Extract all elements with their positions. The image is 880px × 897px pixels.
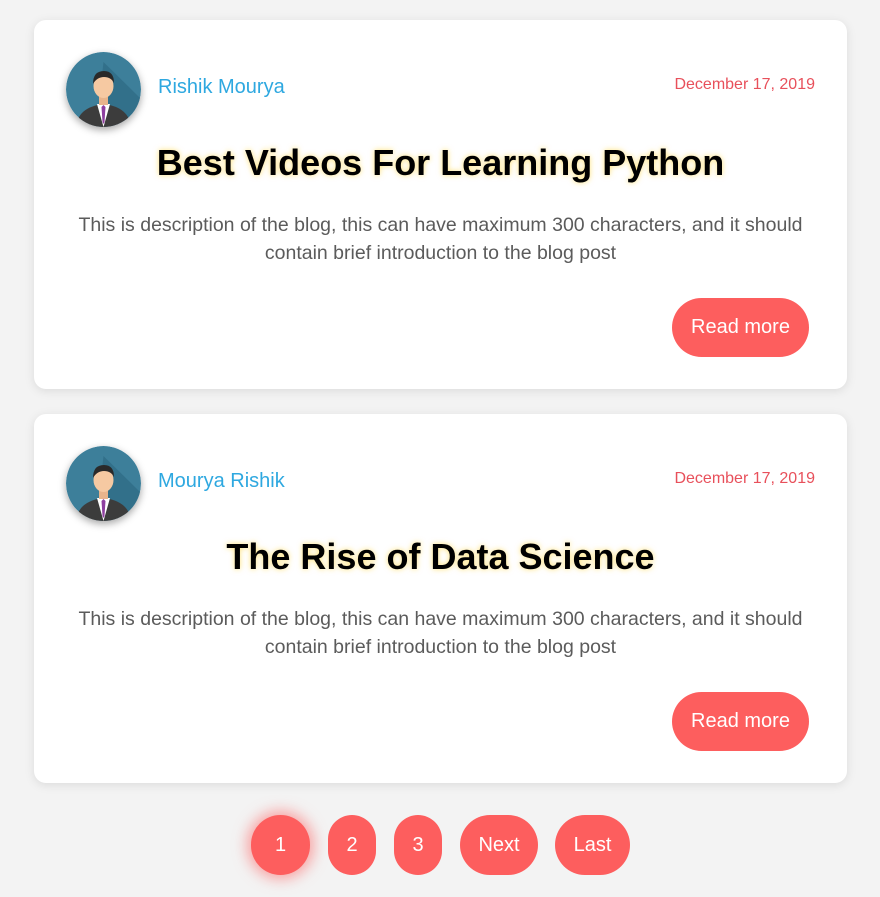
post-date: December 17, 2019 <box>674 76 815 93</box>
blog-post-card: Mourya Rishik December 17, 2019 The Rise… <box>34 414 847 783</box>
last-page-button[interactable]: Last <box>555 815 630 875</box>
user-avatar-icon <box>66 52 141 127</box>
post-description: This is description of the blog, this ca… <box>78 214 803 264</box>
post-title[interactable]: The Rise of Data Science <box>34 536 847 578</box>
read-more-button[interactable]: Read more <box>672 692 809 751</box>
author-link[interactable]: Rishik Mourya <box>158 75 285 99</box>
page-button-2[interactable]: 2 <box>328 815 376 875</box>
post-description: This is description of the blog, this ca… <box>78 608 803 658</box>
blog-list-page: Rishik Mourya December 17, 2019 Best Vid… <box>0 0 880 897</box>
post-date: December 17, 2019 <box>674 470 815 487</box>
page-button-1[interactable]: 1 <box>251 815 310 875</box>
user-avatar-icon <box>66 446 141 521</box>
blog-post-card: Rishik Mourya December 17, 2019 Best Vid… <box>34 20 847 389</box>
next-page-button[interactable]: Next <box>460 815 538 875</box>
post-title[interactable]: Best Videos For Learning Python <box>34 142 847 184</box>
read-more-button[interactable]: Read more <box>672 298 809 357</box>
pagination: 1 2 3 Next Last <box>0 815 880 875</box>
page-button-3[interactable]: 3 <box>394 815 442 875</box>
author-link[interactable]: Mourya Rishik <box>158 469 285 493</box>
